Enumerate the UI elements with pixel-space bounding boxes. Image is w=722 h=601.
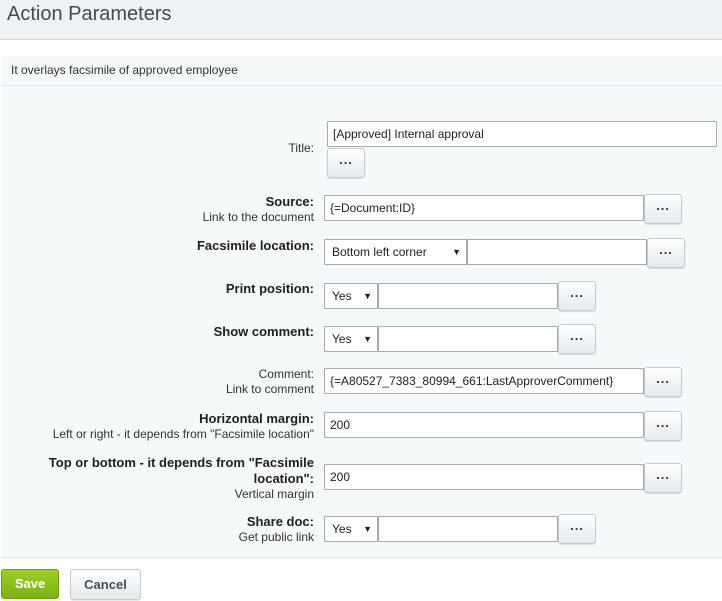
title-label: Title:	[288, 141, 314, 155]
horizontal-margin-label-hint: Left or right - it depends from "Facsimi…	[52, 427, 314, 441]
chevron-down-icon: ▼	[452, 247, 461, 257]
horizontal-margin-input[interactable]: 200	[324, 412, 644, 438]
description-text: It overlays facsimile of approved employ…	[11, 63, 238, 77]
title-picker-button[interactable]: ...	[327, 148, 365, 178]
horizontal-margin-label-title: Horizontal margin:	[199, 411, 314, 426]
vertical-margin-label-title: Top or bottom - it depends from "Facsimi…	[48, 455, 314, 486]
vertical-margin-picker-button[interactable]: ...	[644, 463, 682, 493]
show-comment-picker-button[interactable]: ...	[558, 324, 596, 354]
facsimile-location-label: Facsimile location:	[196, 238, 314, 253]
show-comment-select[interactable]: Yes ▼	[324, 326, 378, 352]
comment-input[interactable]: {=A80527_7383_80994_661:LastApproverComm…	[324, 368, 644, 394]
title-input[interactable]: [Approved] Internal approval	[327, 121, 717, 147]
source-label: Source: Link to the document	[203, 194, 314, 225]
print-position-picker-button[interactable]: ...	[558, 281, 596, 311]
facsimile-location-selected: Bottom left corner	[332, 245, 427, 259]
facsimile-location-input[interactable]	[467, 239, 647, 265]
chevron-down-icon: ▼	[363, 524, 372, 534]
cancel-button[interactable]: Cancel	[70, 569, 141, 600]
source-input[interactable]: {=Document:ID}	[324, 195, 644, 221]
chevron-down-icon: ▼	[363, 291, 372, 301]
horizontal-margin-label: Horizontal margin: Left or right - it de…	[53, 411, 314, 442]
vertical-margin-label: Top or bottom - it depends from "Facsimi…	[39, 455, 314, 502]
chevron-down-icon: ▼	[363, 334, 372, 344]
show-comment-input[interactable]	[378, 326, 558, 352]
share-doc-picker-button[interactable]: ...	[558, 514, 596, 544]
show-comment-label: Show comment:	[213, 324, 314, 339]
print-position-selected: Yes	[332, 289, 352, 303]
share-doc-label: Share doc: Get public link	[239, 514, 314, 545]
facsimile-location-select[interactable]: Bottom left corner ▼	[324, 239, 467, 265]
share-doc-label-title: Share doc:	[246, 514, 314, 529]
show-comment-selected: Yes	[332, 332, 352, 346]
print-position-input[interactable]	[378, 283, 558, 309]
share-doc-select[interactable]: Yes ▼	[324, 516, 378, 542]
share-doc-input[interactable]	[378, 516, 558, 542]
comment-picker-button[interactable]: ...	[644, 367, 682, 397]
comment-label-hint: Link to comment	[225, 382, 314, 396]
save-button[interactable]: Save	[1, 569, 59, 599]
action-description: It overlays facsimile of approved employ…	[2, 56, 722, 86]
share-doc-selected: Yes	[332, 522, 352, 536]
source-label-title: Source:	[265, 194, 314, 209]
comment-label: Comment: Link to comment	[226, 367, 314, 397]
share-doc-label-hint: Get public link	[238, 530, 314, 544]
page-header: Action Parameters	[0, 0, 722, 40]
source-label-hint: Link to the document	[202, 210, 314, 224]
facsimile-location-picker-button[interactable]: ...	[647, 238, 685, 268]
vertical-margin-label-hint: Vertical margin	[234, 487, 314, 501]
vertical-margin-input[interactable]: 200	[324, 464, 644, 490]
print-position-select[interactable]: Yes ▼	[324, 283, 378, 309]
horizontal-margin-picker-button[interactable]: ...	[644, 411, 682, 441]
print-position-label: Print position:	[225, 281, 314, 296]
page-title: Action Parameters	[7, 3, 172, 25]
comment-label-title: Comment:	[258, 367, 314, 381]
source-picker-button[interactable]: ...	[644, 194, 682, 224]
